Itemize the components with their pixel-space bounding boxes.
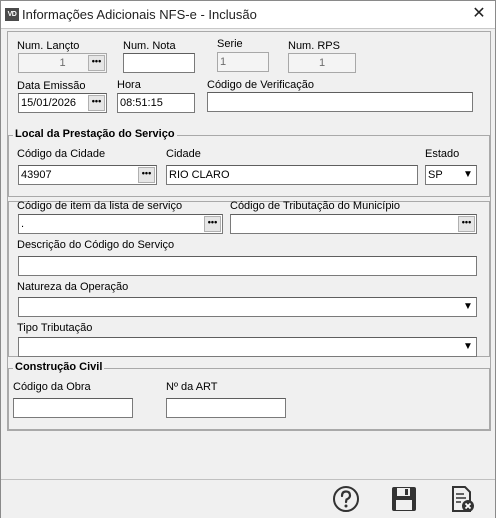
serie-label: Serie <box>217 38 243 50</box>
app-icon: VD <box>5 8 19 21</box>
codigo-obra-label: Código da Obra <box>13 381 91 393</box>
data-emissao-value: 15/01/2026 <box>21 97 77 109</box>
hora-label: Hora <box>117 79 141 91</box>
serie-field[interactable]: 1 <box>217 52 269 72</box>
codigo-tributacao-lookup-button[interactable]: ••• <box>458 216 475 232</box>
natureza-dropdown-icon[interactable]: ▼ <box>460 298 476 316</box>
data-emissao-field[interactable]: 15/01/2026 ••• <box>18 93 107 113</box>
bottom-toolbar <box>1 479 495 518</box>
help-icon <box>333 486 359 512</box>
tipo-tributacao-label: Tipo Tributação <box>17 322 93 334</box>
num-nota-label: Num. Nota <box>123 40 176 52</box>
main-panel: Num. Lançto 1 ••• Num. Nota Serie 1 Num.… <box>7 31 491 431</box>
codigo-tributacao-field[interactable]: ••• <box>230 214 477 234</box>
help-button[interactable] <box>331 484 361 514</box>
codigo-item-field[interactable]: . ••• <box>18 214 223 234</box>
natureza-select[interactable]: ▼ <box>18 297 477 317</box>
codigo-verificacao-field[interactable] <box>207 92 473 112</box>
num-lancto-value: 1 <box>59 57 66 69</box>
descricao-label: Descrição do Código do Serviço <box>17 239 175 251</box>
num-rps-field[interactable]: 1 <box>288 53 356 73</box>
num-nota-field[interactable] <box>123 53 195 73</box>
descricao-field[interactable] <box>18 256 477 276</box>
codigo-verificacao-label: Código de Verificação <box>207 79 315 91</box>
codigo-cidade-value: 43907 <box>21 169 52 181</box>
num-lancto-label: Num. Lançto <box>17 40 80 52</box>
num-rps-label: Num. RPS <box>288 40 340 52</box>
num-art-field[interactable] <box>166 398 286 418</box>
num-art-label: Nº da ART <box>166 381 218 393</box>
codigo-item-label: Código de item da lista de serviço <box>17 200 183 212</box>
data-emissao-picker-button[interactable]: ••• <box>88 95 105 111</box>
estado-dropdown-icon[interactable]: ▼ <box>460 166 476 184</box>
codigo-tributacao-label: Código de Tributação do Município <box>230 200 400 212</box>
num-lancto-lookup-button[interactable]: ••• <box>88 55 105 71</box>
estado-select[interactable]: SP ▼ <box>425 165 477 185</box>
estado-label: Estado <box>425 148 460 160</box>
codigo-cidade-lookup-button[interactable]: ••• <box>138 167 155 183</box>
tipo-tributacao-select[interactable]: ▼ <box>18 337 477 357</box>
close-button[interactable]: ✕ <box>471 6 487 22</box>
natureza-label: Natureza da Operação <box>17 281 129 293</box>
estado-value: SP <box>428 169 443 181</box>
codigo-obra-field[interactable] <box>13 398 133 418</box>
hora-field[interactable]: 08:51:15 <box>117 93 195 113</box>
cancel-button[interactable] <box>447 484 477 514</box>
title-bar[interactable]: VD Informações Adicionais NFS-e - Inclus… <box>1 1 495 29</box>
codigo-cidade-field[interactable]: 43907 ••• <box>18 165 157 185</box>
save-icon <box>392 487 416 511</box>
dialog-window: VD Informações Adicionais NFS-e - Inclus… <box>0 0 496 518</box>
codigo-cidade-label: Código da Cidade <box>17 148 106 160</box>
codigo-item-lookup-button[interactable]: ••• <box>204 216 221 232</box>
cidade-field[interactable]: RIO CLARO <box>166 165 418 185</box>
codigo-item-value: . <box>21 218 25 230</box>
cidade-label: Cidade <box>166 148 201 160</box>
data-emissao-label: Data Emissão <box>17 80 86 92</box>
save-button[interactable] <box>389 484 419 514</box>
num-lancto-field[interactable]: 1 ••• <box>18 53 107 73</box>
construcao-civil-title: Construção Civil <box>13 361 105 373</box>
local-prestacao-title: Local da Prestação do Serviço <box>13 128 177 140</box>
window-title: Informações Adicionais NFS-e - Inclusão <box>22 7 257 22</box>
cancel-icon <box>452 486 474 512</box>
tipo-tributacao-dropdown-icon[interactable]: ▼ <box>460 338 476 356</box>
